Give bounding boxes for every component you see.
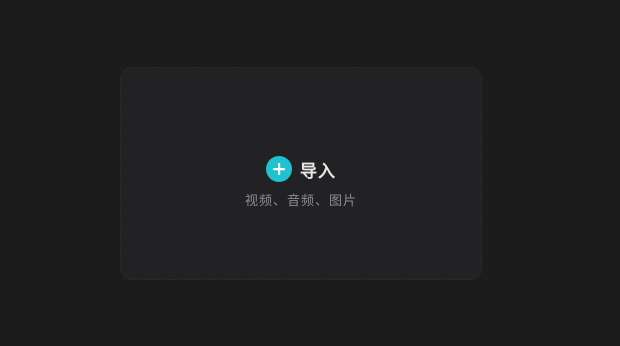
import-dropzone[interactable]: 导入 视频、音频、图片 <box>120 67 482 280</box>
import-label: 导入 <box>300 161 336 182</box>
supported-media-hint: 视频、音频、图片 <box>244 194 357 209</box>
import-button[interactable]: 导入 <box>121 156 481 182</box>
plus-circle-icon <box>266 156 292 182</box>
editor-empty-canvas: 导入 视频、音频、图片 <box>0 0 620 346</box>
